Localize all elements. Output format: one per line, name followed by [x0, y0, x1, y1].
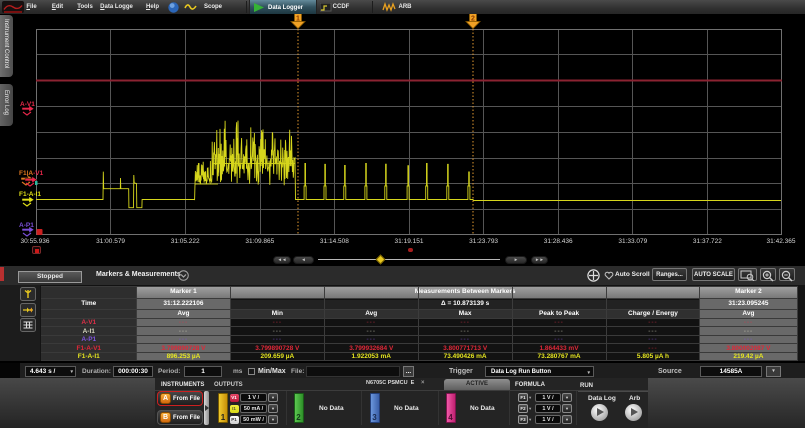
svg-text:2: 2	[471, 16, 475, 23]
svg-text:1: 1	[296, 16, 300, 23]
